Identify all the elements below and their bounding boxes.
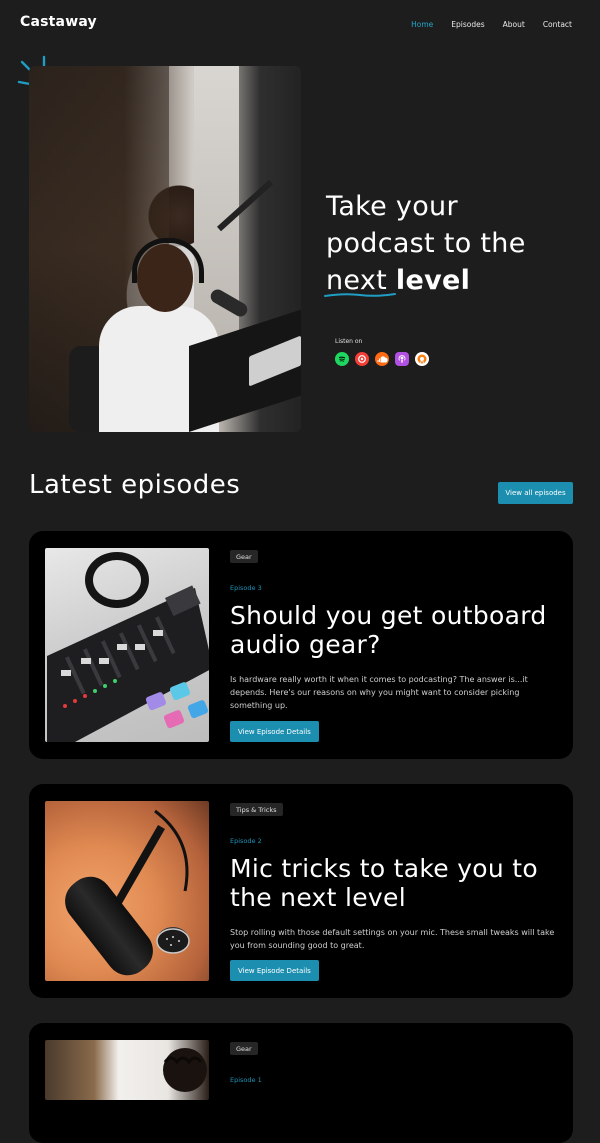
episode-tag[interactable]: Tips & Tricks	[230, 803, 283, 816]
hero-podcaster-image	[29, 66, 301, 432]
episode-number: Episode 1	[230, 1076, 262, 1084]
episode-title[interactable]: Should you get outboard audio gear?	[230, 601, 550, 659]
nav-links: Home Episodes About Contact	[411, 20, 572, 29]
squiggle-underline-icon	[324, 293, 396, 297]
latest-episodes-heading: Latest episodes	[29, 470, 241, 500]
episode-description: Is hardware really worth it when it come…	[230, 675, 528, 710]
nav-home-link[interactable]: Home	[411, 20, 433, 29]
view-episode-details-button[interactable]: View Episode Details	[230, 960, 319, 981]
hero-heading-level: level	[395, 265, 471, 296]
episode-card: Gear Episode 3 Should you get outboard a…	[29, 531, 573, 759]
episode-description: Stop rolling with those default settings…	[230, 928, 555, 950]
hero-heading-next-wrap: next	[324, 262, 396, 299]
brand-logo[interactable]: Castaway	[20, 14, 97, 30]
nav-about-link[interactable]: About	[503, 20, 525, 29]
episode-card: Gear Episode 1	[29, 1023, 573, 1143]
spotify-icon[interactable]	[335, 352, 349, 366]
episode-tag[interactable]: Gear	[230, 550, 258, 563]
nav-contact-link[interactable]: Contact	[543, 20, 572, 29]
overcast-icon[interactable]	[415, 352, 429, 366]
episode-number: Episode 2	[230, 837, 262, 845]
episode-tag[interactable]: Gear	[230, 1042, 258, 1055]
hero-heading-line1: Take your	[326, 191, 458, 222]
episode-thumbnail-mixer	[45, 548, 209, 742]
listen-on-label: Listen on	[335, 338, 363, 345]
hero-heading: Take your podcast to the next level	[324, 188, 576, 299]
apple-podcasts-icon[interactable]	[395, 352, 409, 366]
view-episode-details-button[interactable]: View Episode Details	[230, 721, 319, 742]
episode-title[interactable]: Mic tricks to take you to the next level	[230, 854, 550, 912]
episode-thumbnail-portrait	[45, 1040, 209, 1100]
platform-links	[335, 352, 429, 366]
episode-number: Episode 3	[230, 584, 262, 592]
top-nav: Castaway Home Episodes About Contact	[0, 0, 600, 50]
pocketcasts-icon[interactable]	[355, 352, 369, 366]
episode-card: Tips & Tricks Episode 2 Mic tricks to ta…	[29, 784, 573, 998]
nav-episodes-link[interactable]: Episodes	[451, 20, 484, 29]
hero-heading-line2: podcast to the	[326, 228, 526, 259]
soundcloud-icon[interactable]	[375, 352, 389, 366]
view-all-episodes-button[interactable]: View all episodes	[498, 482, 573, 504]
episode-thumbnail-mic	[45, 801, 209, 981]
